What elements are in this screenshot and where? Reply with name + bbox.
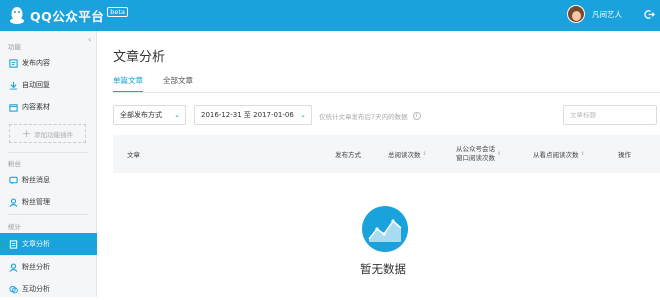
tab-bar: 单篇文章 全部文章 (113, 75, 213, 93)
date-range-select[interactable]: 2016-12-31 至 2017-01-06 ⌄ (194, 105, 312, 125)
plus-icon: + (21, 127, 32, 140)
sidebar-item-label: 粉丝消息 (22, 176, 50, 184)
top-bar: QQ公众平台 beta 凡间艺人 (0, 0, 660, 31)
page-title: 文章分析 (113, 50, 166, 65)
sidebar-item-label: 粉丝管理 (22, 198, 50, 206)
publish-type-select[interactable]: 全部发布方式 ⌄ (113, 105, 186, 125)
article-analysis-icon (9, 239, 18, 249)
tab-single-article[interactable]: 单篇文章 (113, 75, 143, 93)
beta-badge: beta (107, 7, 128, 17)
sidebar-section-fans: 粉丝 (8, 160, 21, 168)
search-input[interactable]: 文章标题 (563, 105, 657, 125)
sidebar-item-label: 发布内容 (22, 59, 50, 67)
message-icon (9, 176, 18, 185)
publish-icon (9, 58, 18, 68)
app-title: QQ公众平台 (30, 8, 105, 24)
divider (8, 214, 88, 215)
empty-state-text: 暂无数据 (360, 262, 406, 276)
column-kandian-reads[interactable]: 从看点阅读次数 ⇕ (533, 135, 585, 173)
collapse-sidebar-icon[interactable]: ‹ (88, 35, 91, 44)
avatar[interactable] (567, 5, 585, 23)
sort-icon[interactable]: ⇕ (497, 150, 501, 159)
sidebar-item-fan-management[interactable]: 粉丝管理 (0, 191, 97, 213)
sort-icon[interactable]: ⇕ (581, 151, 585, 157)
sidebar-section-stats: 统计 (8, 223, 21, 231)
stats-hint: 仅统计文章发布后7天内的数据 i (319, 111, 421, 121)
sidebar-item-auto-reply[interactable]: 自动回复 (0, 74, 97, 96)
materials-icon (9, 103, 18, 112)
logout-icon[interactable] (644, 9, 655, 20)
column-publish-type: 发布方式 (335, 151, 361, 159)
column-total-reads[interactable]: 总阅读次数 ⇕ (388, 135, 427, 173)
divider (8, 152, 88, 153)
user-name[interactable]: 凡间艺人 (592, 9, 622, 20)
column-actions: 操作 (618, 151, 631, 159)
sidebar-item-article-analysis[interactable]: 文章分析 (0, 233, 97, 255)
sidebar-item-label: 互动分析 (22, 285, 50, 293)
user-icon (9, 198, 18, 207)
column-article: 文章 (127, 151, 140, 159)
sidebar-item-fan-analysis[interactable]: 粉丝分析 (0, 256, 97, 278)
fan-analysis-icon (9, 263, 18, 272)
logo[interactable]: QQ公众平台 beta (7, 5, 128, 25)
interaction-icon (9, 285, 18, 293)
auto-reply-icon (9, 81, 18, 90)
sidebar-item-label: 文章分析 (22, 240, 50, 248)
sort-icon[interactable]: ⇕ (423, 151, 427, 157)
sidebar-item-label: 自动回复 (22, 81, 50, 89)
sidebar-item-publish[interactable]: 发布内容 (0, 52, 97, 74)
chevron-down-icon: ⌄ (300, 111, 306, 119)
sidebar-item-label: 粉丝分析 (22, 263, 50, 271)
sidebar-section-function: 功能 (8, 43, 21, 51)
table-header: 文章 发布方式 总阅读次数 ⇕ 从公众号会话 窗口阅读次数 ⇕ 从看点阅读次数 … (113, 135, 660, 173)
info-icon[interactable]: i (412, 112, 421, 120)
qq-penguin-icon (10, 7, 24, 24)
empty-chart-icon (362, 206, 408, 252)
tab-all-articles[interactable]: 全部文章 (163, 75, 193, 93)
divider (113, 92, 660, 93)
sidebar-item-label: 内容素材 (22, 103, 50, 111)
sidebar: ‹ 功能 发布内容 自动回复 内容素材 + 添加功能插件 粉丝 粉丝消息 粉丝管… (0, 31, 97, 297)
sidebar-item-materials[interactable]: 内容素材 (0, 96, 97, 118)
column-session-reads[interactable]: 从公众号会话 窗口阅读次数 ⇕ (456, 135, 501, 173)
user-menu[interactable]: 凡间艺人 (567, 5, 622, 23)
main-content: 文章分析 单篇文章 全部文章 全部发布方式 ⌄ 2016-12-31 至 201… (97, 31, 660, 297)
chevron-down-icon: ⌄ (174, 111, 180, 119)
add-plugin-button[interactable]: + 添加功能插件 (9, 124, 86, 143)
sidebar-item-fan-messages[interactable]: 粉丝消息 (0, 169, 97, 191)
